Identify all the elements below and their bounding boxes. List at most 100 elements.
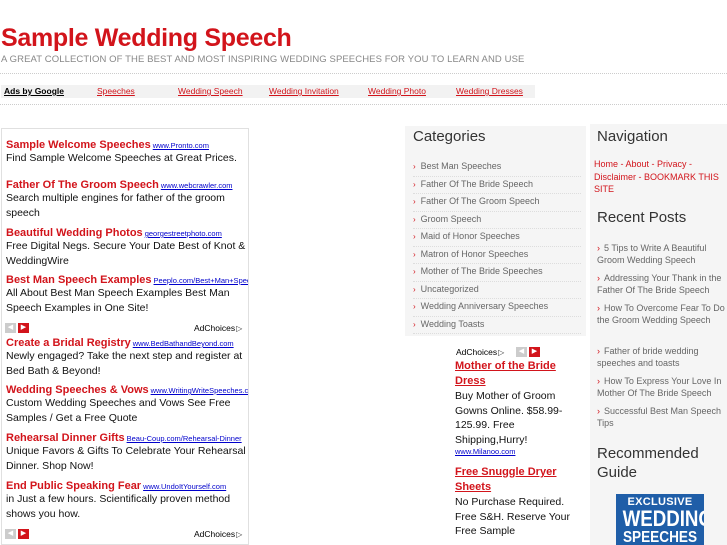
ad-title[interactable]: Father Of The Groom Speech — [6, 179, 159, 191]
ad-prev-arrow-icon[interactable]: ◀ — [5, 529, 16, 539]
adchoices-label[interactable]: AdChoices▷ — [456, 347, 504, 357]
adchoices-icon: ▷ — [498, 348, 505, 357]
ad-unit[interactable]: Mother of the Bride Dress Buy Mother of … — [455, 359, 585, 456]
ad-unit[interactable]: Wedding Speeches & Vows www.WritingWriteS… — [6, 384, 248, 426]
categories-widget: Categories › Best Man Speeches › Father Of… — [405, 126, 586, 336]
category-link[interactable]: › Maid of Honor Speeches — [413, 229, 581, 247]
ad-description: Unique Favors & Gifts To Celebrate Your … — [6, 445, 246, 472]
bullet-icon: › — [413, 197, 416, 206]
bullet-icon: › — [597, 406, 600, 416]
ad-unit[interactable]: Best Man Speech Examples Peeplo.com/Best+… — [6, 274, 248, 316]
bullet-icon: › — [413, 232, 416, 241]
bullet-icon: › — [413, 302, 416, 311]
ad-title[interactable]: Sample Welcome Speeches — [6, 139, 151, 151]
wedding-speeches-guide-banner[interactable]: EXCLUSIVE WEDDING SPEECHES — [616, 494, 704, 545]
ad-title[interactable]: Free Snuggle Dryer Sheets — [455, 465, 585, 495]
ad-unit[interactable]: Free Snuggle Dryer Sheets No Purchase Re… — [455, 465, 585, 539]
ad-title[interactable]: Best Man Speech Examples — [6, 274, 152, 286]
navigation-title: Navigation — [597, 128, 668, 145]
right-sidebar: Navigation Home - About - Privacy - Disc… — [590, 124, 727, 545]
ad-description: Free Digital Negs. Secure Your Date Best… — [6, 240, 246, 267]
bullet-icon: › — [413, 179, 416, 189]
bullet-icon: › — [413, 284, 416, 294]
ad-link-wedding-dresses[interactable]: Wedding Dresses — [456, 86, 523, 96]
recent-post-link[interactable]: › Addressing Your Thank in the Father Of … — [597, 272, 725, 296]
recent-post-link[interactable]: › 5 Tips to Write A Beautiful Groom Weddi… — [597, 242, 725, 266]
category-link[interactable]: › Uncategorized — [413, 282, 581, 299]
ad-url[interactable]: www.BedBathandBeyond.com — [133, 339, 234, 348]
ad-title[interactable]: Beautiful Wedding Photos — [6, 227, 143, 239]
category-link[interactable]: › Father Of The Groom Speech — [413, 194, 581, 212]
site-title[interactable]: Sample Wedding Speech — [1, 24, 292, 53]
ad-link-wedding-photo[interactable]: Wedding Photo — [368, 86, 426, 96]
ad-next-arrow-icon[interactable]: ▶ — [529, 347, 540, 357]
category-link[interactable]: › Groom Speech — [413, 212, 581, 229]
ad-url[interactable]: www.webcrawler.com — [161, 181, 233, 190]
navigation-links[interactable]: Home - About - Privacy - Disclaimer - BO… — [594, 158, 724, 196]
category-link[interactable]: › Father Of The Bride Speech — [413, 177, 581, 194]
ad-unit[interactable]: Sample Welcome Speeches www.Pronto.com Fi… — [6, 139, 248, 166]
ad-description: Buy Mother of Groom Gowns Online. $58.99… — [455, 390, 563, 446]
bullet-icon: › — [597, 273, 600, 283]
ad-unit[interactable]: End Public Speaking Fear www.UndoItYourse… — [6, 480, 248, 522]
ad-description: Custom Wedding Speeches and Vows See Fre… — [6, 397, 231, 424]
recent-post-link[interactable]: › Successful Best Man Speech Tips — [597, 405, 725, 429]
category-link[interactable]: › Matron of Honor Speeches — [413, 247, 581, 264]
bullet-icon: › — [413, 249, 416, 259]
bullet-icon: › — [413, 214, 416, 224]
ad-description: Find Sample Welcome Speeches at Great Pr… — [6, 152, 237, 164]
ad-description: in Just a few hours. Scientifically prov… — [6, 493, 231, 520]
ad-url[interactable]: www.Milanoo.com — [455, 447, 585, 456]
ad-description: Search multiple engines for father of th… — [6, 192, 225, 219]
ad-next-arrow-icon[interactable]: ▶ — [18, 529, 29, 539]
categories-title: Categories — [413, 128, 486, 145]
bullet-icon: › — [413, 162, 416, 171]
recent-post-link[interactable]: › How To Overcome Fear To Do the Groom We… — [597, 302, 725, 326]
recent-post-link[interactable]: › Father of bride wedding speeches and to… — [597, 345, 725, 369]
ad-url[interactable]: www.Pronto.com — [153, 141, 209, 150]
ad-unit[interactable]: Beautiful Wedding Photos georgestreetphot… — [6, 227, 248, 269]
recent-posts-title: Recent Posts — [597, 209, 687, 226]
bullet-icon: › — [597, 376, 600, 386]
left-ad-block: Sample Welcome Speeches www.Pronto.com Fi… — [1, 128, 249, 545]
recent-post-link[interactable]: › How To Express Your Love In Mother Of T… — [597, 375, 725, 399]
ad-next-arrow-icon[interactable]: ▶ — [18, 323, 29, 333]
category-link[interactable]: › Wedding Anniversary Speeches — [413, 299, 581, 317]
bullet-icon: › — [597, 346, 600, 356]
ad-url[interactable]: www.WritingWriteSpeeches.com — [151, 386, 248, 395]
ad-link-wedding-speech[interactable]: Wedding Speech — [178, 86, 243, 96]
category-link[interactable]: › Best Man Speeches — [413, 159, 581, 177]
ad-title[interactable]: Create a Bridal Registry — [6, 337, 131, 349]
ad-prev-arrow-icon[interactable]: ◀ — [5, 323, 16, 333]
ad-title[interactable]: Rehearsal Dinner Gifts — [6, 432, 125, 444]
ad-url[interactable]: Peeplo.com/Best+Man+Speech — [154, 276, 248, 285]
ad-title[interactable]: Wedding Speeches & Vows — [6, 384, 149, 396]
adchoices-icon: ▷ — [236, 530, 243, 539]
adchoices-label[interactable]: AdChoices▷ — [194, 323, 242, 333]
ad-description: Newly engaged? Take the next step and re… — [6, 350, 243, 377]
bullet-icon: › — [597, 243, 600, 253]
site-tagline: A GREAT COLLECTION OF THE BEST AND MOST … — [1, 54, 525, 65]
bullet-icon: › — [597, 303, 600, 313]
ad-description: No Purchase Required. Free S&H. Reserve … — [455, 496, 570, 537]
ad-url[interactable]: Beau-Coup.com/Rehearsal-Dinner — [127, 434, 242, 443]
adchoices-label[interactable]: AdChoices▷ — [194, 529, 242, 539]
ad-prev-arrow-icon[interactable]: ◀ — [516, 347, 527, 357]
recommended-guide-title: Recommended Guide — [597, 445, 699, 481]
ad-title[interactable]: Mother of the Bride Dress — [455, 359, 585, 389]
category-link[interactable]: › Mother of The Bride Speeches — [413, 264, 581, 282]
ad-url[interactable]: georgestreetphoto.com — [145, 229, 222, 238]
ad-url[interactable]: www.UndoItYourself.com — [143, 482, 226, 491]
category-link[interactable]: › Wedding Toasts — [413, 317, 581, 334]
ad-title[interactable]: End Public Speaking Fear — [6, 480, 141, 492]
ad-description: All About Best Man Speech Examples Best … — [6, 287, 230, 314]
adchoices-icon: ▷ — [236, 324, 243, 333]
ad-unit[interactable]: Create a Bridal Registry www.BedBathandBe… — [6, 337, 248, 379]
ad-unit[interactable]: Father Of The Groom Speech www.webcrawler… — [6, 179, 248, 221]
divider — [0, 104, 727, 105]
ad-link-wedding-invitation[interactable]: Wedding Invitation — [269, 86, 339, 96]
ads-by-google-link[interactable]: Ads by Google — [4, 86, 64, 96]
ad-link-speeches[interactable]: Speeches — [97, 86, 135, 96]
bullet-icon: › — [413, 267, 416, 276]
ad-unit[interactable]: Rehearsal Dinner Gifts Beau-Coup.com/Rehe… — [6, 432, 248, 474]
